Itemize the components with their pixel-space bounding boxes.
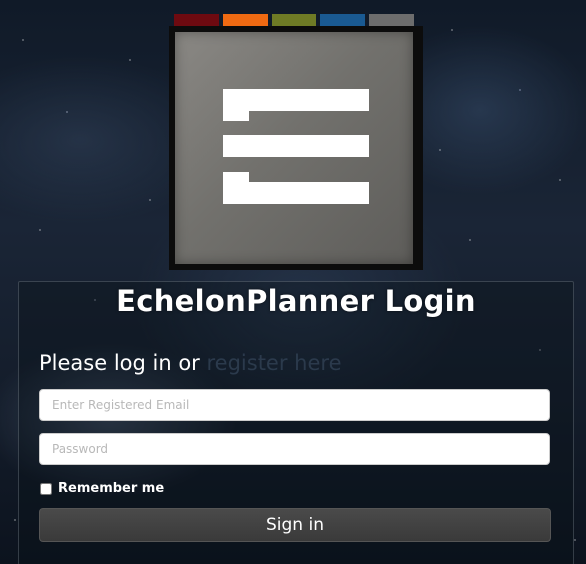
remember-me-label: Remember me (58, 481, 165, 496)
logo-mark-top-stem (223, 111, 249, 121)
logo-mark-middle-bar (223, 135, 369, 157)
remember-me-checkbox[interactable] (40, 482, 52, 495)
strip-segment-gray (369, 14, 414, 26)
sign-in-button[interactable]: Sign in (39, 508, 551, 542)
strip-segment-blue (320, 14, 366, 26)
echelon-logo (169, 26, 423, 270)
register-link[interactable]: register here (207, 351, 342, 375)
logo-color-strip (174, 14, 414, 26)
page-title: EchelonPlanner Login (116, 284, 476, 318)
logo-panel (175, 32, 413, 264)
logo-mark-bottom-stem (223, 172, 249, 182)
remember-me-row[interactable]: Remember me (40, 481, 164, 496)
logo-mark-bottom-bar (223, 182, 369, 204)
strip-segment-red (174, 14, 219, 26)
login-panel: EchelonPlanner Login Please log in or re… (18, 281, 574, 564)
email-field[interactable] (39, 389, 550, 421)
logo-mark-top-bar (223, 89, 369, 111)
login-prompt-text: Please log in or (39, 351, 207, 375)
password-field[interactable] (39, 433, 550, 465)
login-prompt: Please log in or register here (39, 351, 341, 375)
strip-segment-orange (222, 14, 268, 26)
strip-segment-olive (271, 14, 317, 26)
